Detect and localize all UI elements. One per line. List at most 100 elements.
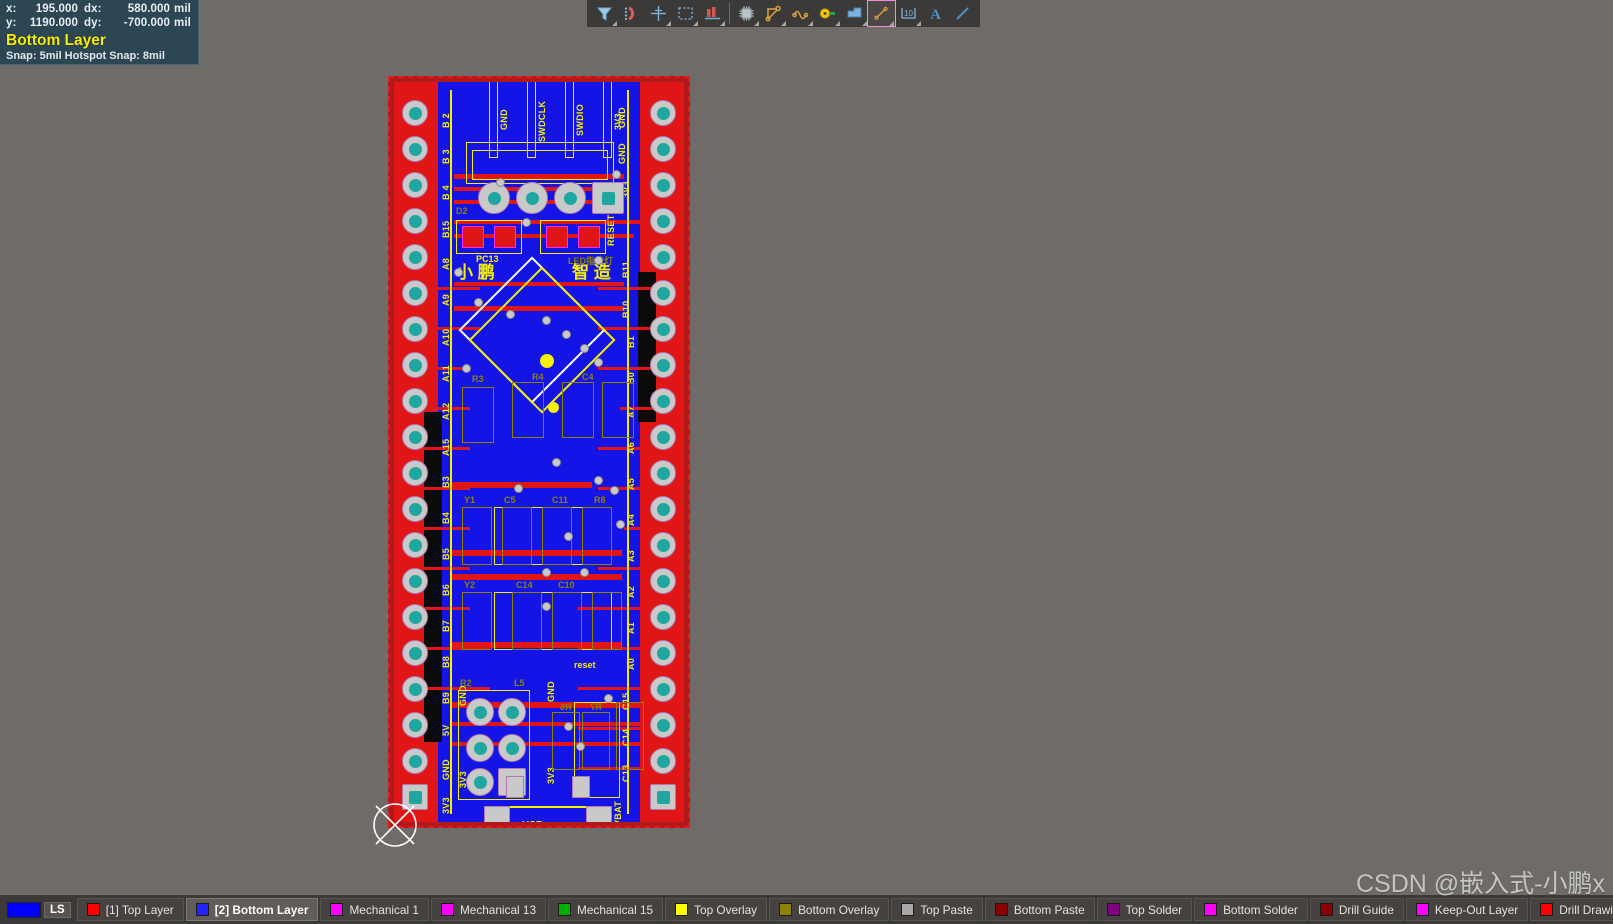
through-hole-pad[interactable] xyxy=(650,244,676,270)
swd-pad[interactable] xyxy=(592,182,624,214)
via[interactable] xyxy=(610,486,619,495)
chevron-down-icon[interactable] xyxy=(916,21,921,26)
chevron-down-icon[interactable] xyxy=(720,21,725,26)
through-hole-pad[interactable] xyxy=(402,136,428,162)
through-hole-pad[interactable] xyxy=(650,676,676,702)
layer-set-selector[interactable]: LS xyxy=(4,898,74,921)
via[interactable] xyxy=(576,742,585,751)
through-hole-pad[interactable] xyxy=(650,496,676,522)
component-outline[interactable] xyxy=(592,592,622,650)
through-hole-pad[interactable] xyxy=(650,172,676,198)
chevron-down-icon[interactable] xyxy=(835,21,840,26)
chevron-down-icon[interactable] xyxy=(754,21,759,26)
via[interactable] xyxy=(552,458,561,467)
layer-tab-top-paste[interactable]: Top Paste xyxy=(891,898,983,921)
jumper-pad[interactable] xyxy=(466,768,494,796)
through-hole-pad[interactable] xyxy=(650,784,676,810)
through-hole-pad[interactable] xyxy=(402,172,428,198)
selection-rect-icon[interactable] xyxy=(672,1,699,26)
through-hole-pad[interactable] xyxy=(402,532,428,558)
through-hole-pad[interactable] xyxy=(650,208,676,234)
smd-pad[interactable] xyxy=(494,226,516,248)
component-outline[interactable] xyxy=(582,507,612,565)
via[interactable] xyxy=(514,484,523,493)
layer-tab-bottom-overlay[interactable]: Bottom Overlay xyxy=(769,898,890,921)
jumper-pad[interactable] xyxy=(498,698,526,726)
usb-pad[interactable] xyxy=(572,776,590,798)
via[interactable] xyxy=(496,178,505,187)
usb-shield-pad[interactable] xyxy=(484,806,510,822)
selection-handle[interactable] xyxy=(540,354,554,368)
through-hole-pad[interactable] xyxy=(402,352,428,378)
dimension-icon[interactable]: 10 xyxy=(895,1,922,26)
usb-pad[interactable] xyxy=(506,776,524,798)
through-hole-pad[interactable] xyxy=(650,640,676,666)
text-icon[interactable]: A xyxy=(922,1,949,26)
chip-icon[interactable] xyxy=(733,1,760,26)
component-outline[interactable] xyxy=(512,382,544,438)
line-dimension-icon[interactable] xyxy=(867,0,896,27)
align-icon[interactable] xyxy=(699,1,726,26)
via[interactable] xyxy=(474,298,483,307)
through-hole-pad[interactable] xyxy=(402,280,428,306)
smd-pad[interactable] xyxy=(462,226,484,248)
via[interactable] xyxy=(542,568,551,577)
component-outline[interactable] xyxy=(462,387,494,443)
via[interactable] xyxy=(462,364,471,373)
through-hole-pad[interactable] xyxy=(402,676,428,702)
via[interactable] xyxy=(506,310,515,319)
through-hole-pad[interactable] xyxy=(650,532,676,558)
through-hole-pad[interactable] xyxy=(402,100,428,126)
through-hole-pad[interactable] xyxy=(402,784,428,810)
through-hole-pad[interactable] xyxy=(650,424,676,450)
component-outline[interactable] xyxy=(562,382,594,438)
through-hole-pad[interactable] xyxy=(402,460,428,486)
layer-tab-bottom-paste[interactable]: Bottom Paste xyxy=(984,898,1095,921)
through-hole-pad[interactable] xyxy=(650,604,676,630)
component-outline[interactable] xyxy=(462,592,492,650)
via[interactable] xyxy=(522,218,531,227)
usb-shield-pad[interactable] xyxy=(586,806,612,822)
layer-tab-bottom-layer[interactable]: [2] Bottom Layer xyxy=(185,898,319,921)
via[interactable] xyxy=(604,694,613,703)
layer-tabs-bar[interactable]: LS [1] Top Layer [2] Bottom Layer Mechan… xyxy=(0,895,1613,924)
differential-pair-icon[interactable] xyxy=(787,1,814,26)
through-hole-pad[interactable] xyxy=(650,748,676,774)
component-outline[interactable] xyxy=(512,592,542,650)
via[interactable] xyxy=(564,722,573,731)
through-hole-pad[interactable] xyxy=(402,244,428,270)
through-hole-pad[interactable] xyxy=(402,424,428,450)
via[interactable] xyxy=(542,316,551,325)
component-outline[interactable] xyxy=(582,712,610,770)
via[interactable] xyxy=(616,520,625,529)
draw-line-icon[interactable] xyxy=(949,1,976,26)
swd-pad[interactable] xyxy=(516,182,548,214)
selection-handle[interactable] xyxy=(548,402,559,413)
layer-tab-drill-guide[interactable]: Drill Guide xyxy=(1309,898,1404,921)
smd-pad[interactable] xyxy=(578,226,600,248)
layer-tab-mechanical-15[interactable]: Mechanical 15 xyxy=(548,898,664,921)
component-outline[interactable] xyxy=(552,592,582,650)
through-hole-pad[interactable] xyxy=(650,280,676,306)
chevron-down-icon[interactable] xyxy=(781,21,786,26)
layer-set-button[interactable]: LS xyxy=(44,901,71,918)
layer-tab-top-overlay[interactable]: Top Overlay xyxy=(665,898,768,921)
component-outline[interactable] xyxy=(602,382,634,438)
polygon-pour-icon[interactable] xyxy=(841,1,868,26)
crosshair-icon[interactable] xyxy=(645,1,672,26)
through-hole-pad[interactable] xyxy=(402,748,428,774)
component-outline[interactable] xyxy=(552,712,580,770)
chevron-down-icon[interactable] xyxy=(612,21,617,26)
via[interactable] xyxy=(580,344,589,353)
through-hole-pad[interactable] xyxy=(650,460,676,486)
component-outline[interactable] xyxy=(502,507,532,565)
layer-tab-drill-drawing[interactable]: Drill Drawing xyxy=(1530,898,1613,921)
chevron-down-icon[interactable] xyxy=(889,21,894,26)
through-hole-pad[interactable] xyxy=(650,316,676,342)
smd-pad[interactable] xyxy=(546,226,568,248)
via[interactable] xyxy=(562,330,571,339)
through-hole-pad[interactable] xyxy=(650,712,676,738)
via[interactable] xyxy=(612,170,621,179)
via[interactable] xyxy=(542,602,551,611)
via[interactable] xyxy=(454,268,463,277)
